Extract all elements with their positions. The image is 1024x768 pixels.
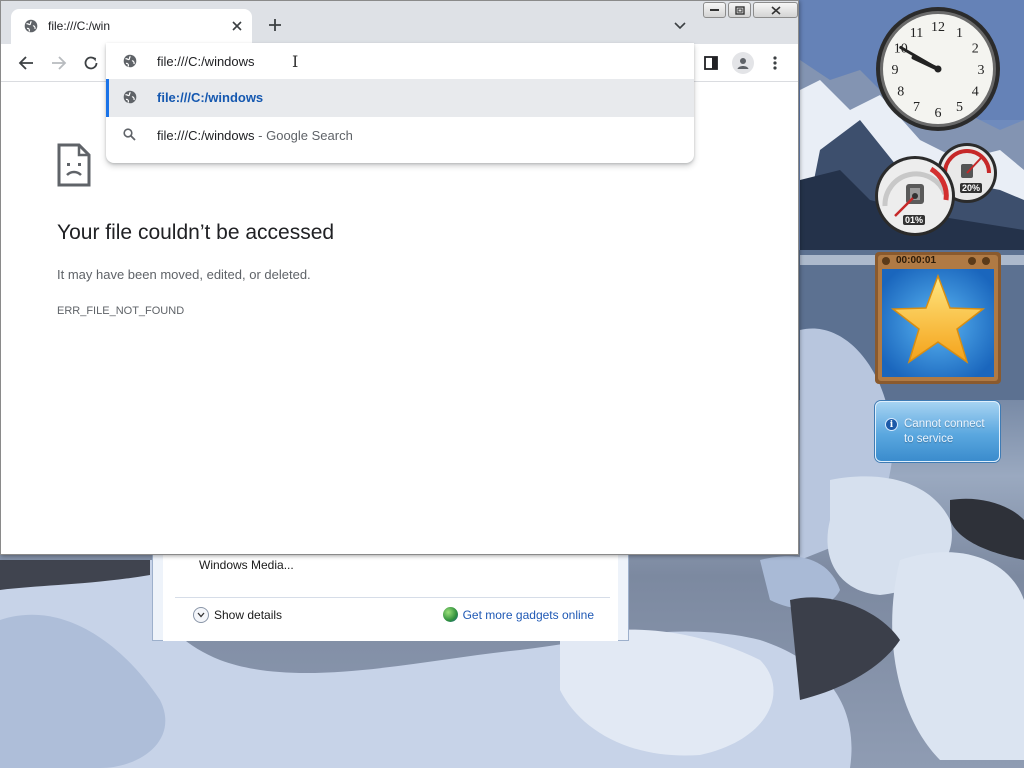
profile-button[interactable] bbox=[732, 52, 754, 74]
window-controls bbox=[703, 2, 798, 18]
menu-button[interactable] bbox=[767, 53, 783, 73]
globe-icon bbox=[123, 54, 137, 73]
gadget-gallery-panel: Windows Media... Show details Get more g… bbox=[163, 541, 618, 641]
clock-number: 6 bbox=[935, 106, 942, 121]
suggestion-item[interactable]: file:///C:/windows bbox=[106, 79, 694, 117]
gadget-item-label[interactable]: Windows Media... bbox=[199, 558, 294, 572]
forward-button[interactable] bbox=[49, 53, 69, 73]
tab-strip: file:///C:/win bbox=[1, 1, 798, 44]
show-details-button[interactable]: Show details bbox=[193, 607, 282, 623]
slideshow-timer: 00:00:01 bbox=[896, 255, 937, 266]
clock-number: 1 bbox=[956, 26, 963, 41]
arrow-right-icon bbox=[52, 56, 67, 70]
tab-search-button[interactable] bbox=[669, 16, 691, 36]
weather-error-line1: Cannot connect bbox=[904, 418, 985, 430]
omnibox-dropdown: file:///C:/windows I file:///C:/windows … bbox=[106, 43, 694, 163]
clock-number: 8 bbox=[897, 85, 904, 100]
minimize-icon bbox=[710, 9, 719, 11]
globe-icon bbox=[24, 19, 38, 38]
suggestion-item[interactable]: file:///C:/windows - Google Search bbox=[106, 117, 694, 155]
error-code: ERR_FILE_NOT_FOUND bbox=[57, 305, 185, 317]
side-panel-icon bbox=[704, 56, 718, 70]
get-more-gadgets-link[interactable]: Get more gadgets online bbox=[442, 607, 594, 622]
weather-gadget[interactable]: i Cannot connect to service bbox=[875, 401, 1000, 462]
clock-number: 2 bbox=[972, 42, 979, 57]
minimize-button[interactable] bbox=[703, 2, 726, 18]
globe-icon bbox=[123, 90, 137, 109]
memory-usage-label: 20% bbox=[960, 183, 983, 193]
clock-number: 12 bbox=[931, 20, 945, 35]
kebab-menu-icon bbox=[773, 56, 777, 70]
clock-number: 9 bbox=[892, 63, 899, 78]
search-icon bbox=[123, 128, 136, 146]
suggestion-suffix: - Google Search bbox=[254, 128, 353, 143]
side-panel-button[interactable] bbox=[701, 53, 721, 73]
close-window-button[interactable] bbox=[753, 2, 798, 18]
error-message: It may have been moved, edited, or delet… bbox=[57, 267, 311, 282]
restore-icon bbox=[734, 5, 745, 15]
clock-number: 11 bbox=[910, 26, 923, 41]
chevron-down-icon bbox=[674, 22, 686, 30]
clock-face: 121234567891011 bbox=[876, 7, 1000, 131]
new-tab-button[interactable] bbox=[264, 14, 286, 36]
clock-number: 5 bbox=[956, 100, 963, 115]
reload-button[interactable] bbox=[81, 53, 101, 73]
tab-title: file:///C:/win bbox=[48, 19, 111, 33]
reload-icon bbox=[84, 56, 98, 70]
cpu-meter-gadget[interactable]: 01% 20% bbox=[873, 142, 1001, 238]
avatar-icon bbox=[737, 58, 749, 69]
clock-number: 7 bbox=[913, 100, 920, 115]
suggestion-text: file:///C:/windows - Google Search bbox=[157, 128, 353, 143]
restore-button[interactable] bbox=[728, 2, 751, 18]
chevron-down-icon bbox=[193, 607, 209, 623]
back-button[interactable] bbox=[16, 53, 36, 73]
slideshow-gadget[interactable]: 00:00:01 bbox=[875, 252, 1001, 384]
suggestion-text: file:///C:/windows bbox=[157, 90, 264, 105]
weather-error-message: Cannot connect to service bbox=[904, 417, 985, 447]
error-title: Your file couldn’t be accessed bbox=[57, 221, 335, 244]
divider bbox=[175, 597, 610, 598]
sad-document-icon bbox=[57, 143, 91, 192]
slideshow-frame bbox=[875, 252, 1001, 384]
clock-number: 3 bbox=[978, 63, 985, 78]
clock-number: 4 bbox=[972, 85, 979, 100]
selection-indicator bbox=[106, 79, 109, 117]
text-cursor-icon: I bbox=[292, 52, 299, 71]
browser-tab[interactable]: file:///C:/win bbox=[11, 9, 252, 44]
address-bar[interactable]: file:///C:/windows I bbox=[106, 43, 694, 79]
close-icon bbox=[770, 5, 781, 15]
info-icon: i bbox=[885, 418, 898, 431]
plus-icon bbox=[269, 19, 281, 31]
clock-gadget[interactable]: 121234567891011 bbox=[875, 6, 1001, 132]
close-tab-icon[interactable] bbox=[229, 18, 245, 34]
globe-icon bbox=[442, 607, 458, 622]
gadget-gallery-window: Windows Media... Show details Get more g… bbox=[152, 540, 629, 641]
get-more-gadgets-label: Get more gadgets online bbox=[462, 607, 594, 622]
suggestion-query: file:///C:/windows bbox=[157, 128, 255, 143]
address-input[interactable]: file:///C:/windows bbox=[157, 54, 255, 69]
arrow-left-icon bbox=[18, 56, 33, 70]
weather-error-line2: to service bbox=[904, 433, 954, 445]
cpu-usage-label: 01% bbox=[903, 215, 926, 225]
show-details-label: Show details bbox=[214, 608, 283, 622]
